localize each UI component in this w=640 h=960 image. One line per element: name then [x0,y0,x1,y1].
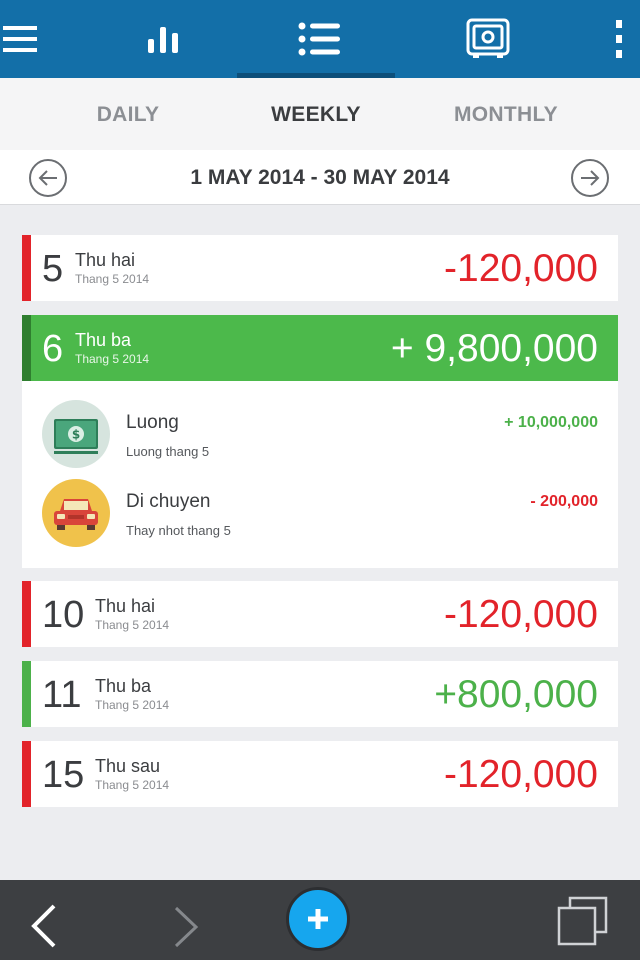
money-icon: $ [42,400,110,468]
day-total: + 9,800,000 [390,327,598,370]
day-total: -120,000 [444,753,598,796]
list-icon[interactable] [296,0,342,78]
day-row[interactable]: 15 Thu sau Thang 5 2014 -120,000 [22,741,618,807]
weekday-label: Thu ba [75,330,132,350]
day-number: 11 [42,674,82,716]
day-number: 6 [42,328,64,370]
period-tabs: DAILY WEEKLY MONTHLY [0,78,640,150]
month-label: Thang 5 2014 [75,352,150,366]
day-row[interactable]: 11 Thu ba Thang 5 2014 +800,000 [22,661,618,727]
safe-icon[interactable] [464,0,512,78]
income-indicator [22,661,31,727]
tab-weekly[interactable]: WEEKLY [236,78,396,150]
top-app-bar [0,0,640,78]
transaction-amount: - 200,000 [530,493,598,510]
day-total: -120,000 [444,247,598,290]
svg-text:$: $ [72,428,80,442]
day-number: 10 [42,594,85,636]
day-number: 5 [42,248,64,290]
more-vertical-icon[interactable] [604,0,634,78]
next-period-button[interactable] [570,158,610,198]
month-label: Thang 5 2014 [95,618,170,632]
expense-indicator [22,581,31,647]
chart-icon[interactable] [140,0,186,78]
transaction-name: Di chuyen [126,491,211,512]
plus-icon [308,909,328,929]
transaction-note: Luong thang 5 [126,444,210,459]
transaction-item[interactable]: $ Luong Luong thang 5 + 10,000,000 [22,400,618,482]
arrow-right-icon [571,159,609,197]
month-label: Thang 5 2014 [95,778,170,792]
day-row-expanded[interactable]: 6 Thu ba Thang 5 2014 + 9,800,000 [22,315,618,381]
transaction-name: Luong [126,412,179,433]
tab-monthly[interactable]: MONTHLY [426,78,586,150]
forward-icon[interactable] [172,906,200,953]
weekday-label: Thu sau [95,756,161,776]
month-label: Thang 5 2014 [75,272,150,286]
expense-indicator [22,235,31,301]
day-number: 15 [42,754,85,796]
transaction-list: $ Luong Luong thang 5 + 10,000,000 Di ch… [22,381,618,568]
day-total: -120,000 [444,593,598,636]
month-label: Thang 5 2014 [95,698,170,712]
menu-icon[interactable] [0,0,40,78]
day-row[interactable]: 10 Thu hai Thang 5 2014 -120,000 [22,581,618,647]
income-indicator [22,315,31,381]
weekday-label: Thu hai [75,250,136,270]
transaction-note: Thay nhot thang 5 [126,523,231,538]
date-range-bar: 1 MAY 2014 - 30 MAY 2014 [0,150,640,205]
transaction-item[interactable]: Di chuyen Thay nhot thang 5 - 200,000 [22,479,618,561]
expense-indicator [22,741,31,807]
weekday-label: Thu hai [95,596,156,616]
weekday-label: Thu ba [95,676,152,696]
day-row[interactable]: 5 Thu hai Thang 5 2014 -120,000 [22,235,618,301]
add-transaction-button[interactable] [286,887,350,951]
tabs-icon[interactable] [556,896,610,953]
day-total: +800,000 [434,673,598,716]
date-range-title: 1 MAY 2014 - 30 MAY 2014 [190,166,450,189]
car-icon [42,479,110,547]
tab-daily[interactable]: DAILY [48,78,208,150]
transaction-amount: + 10,000,000 [504,414,598,431]
back-icon[interactable] [30,904,58,953]
